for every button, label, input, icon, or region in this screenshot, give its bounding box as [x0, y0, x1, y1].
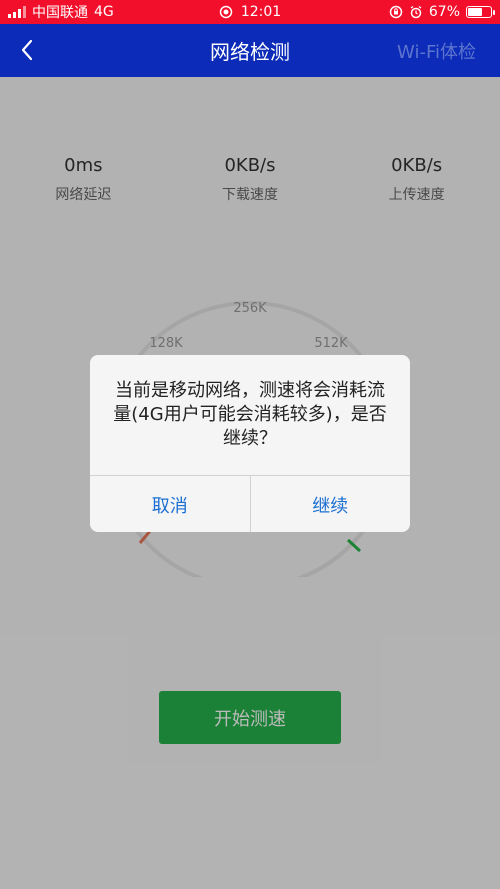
record-icon: [219, 5, 233, 19]
status-center: 12:01: [0, 4, 500, 20]
battery-icon: [466, 6, 495, 18]
dialog-buttons: 取消 继续: [90, 475, 410, 532]
cancel-button[interactable]: 取消: [90, 476, 250, 532]
back-icon[interactable]: [14, 34, 44, 66]
nav-bar: 网络检测 Wi-Fi体检: [0, 24, 500, 77]
clock: 12:01: [240, 4, 282, 20]
page-title: 网络检测: [210, 40, 290, 64]
wifi-check-button[interactable]: Wi-Fi体检: [397, 38, 476, 64]
status-bar: 中国联通 4G 12:01 67%: [0, 0, 500, 24]
continue-button[interactable]: 继续: [249, 476, 411, 532]
mobile-data-dialog: 当前是移动网络，测速将会消耗流量(4G用户可能会消耗较多)，是否继续？ 取消 继…: [90, 355, 410, 532]
battery-level: [468, 8, 482, 16]
dialog-message: 当前是移动网络，测速将会消耗流量(4G用户可能会消耗较多)，是否继续？: [113, 379, 387, 450]
